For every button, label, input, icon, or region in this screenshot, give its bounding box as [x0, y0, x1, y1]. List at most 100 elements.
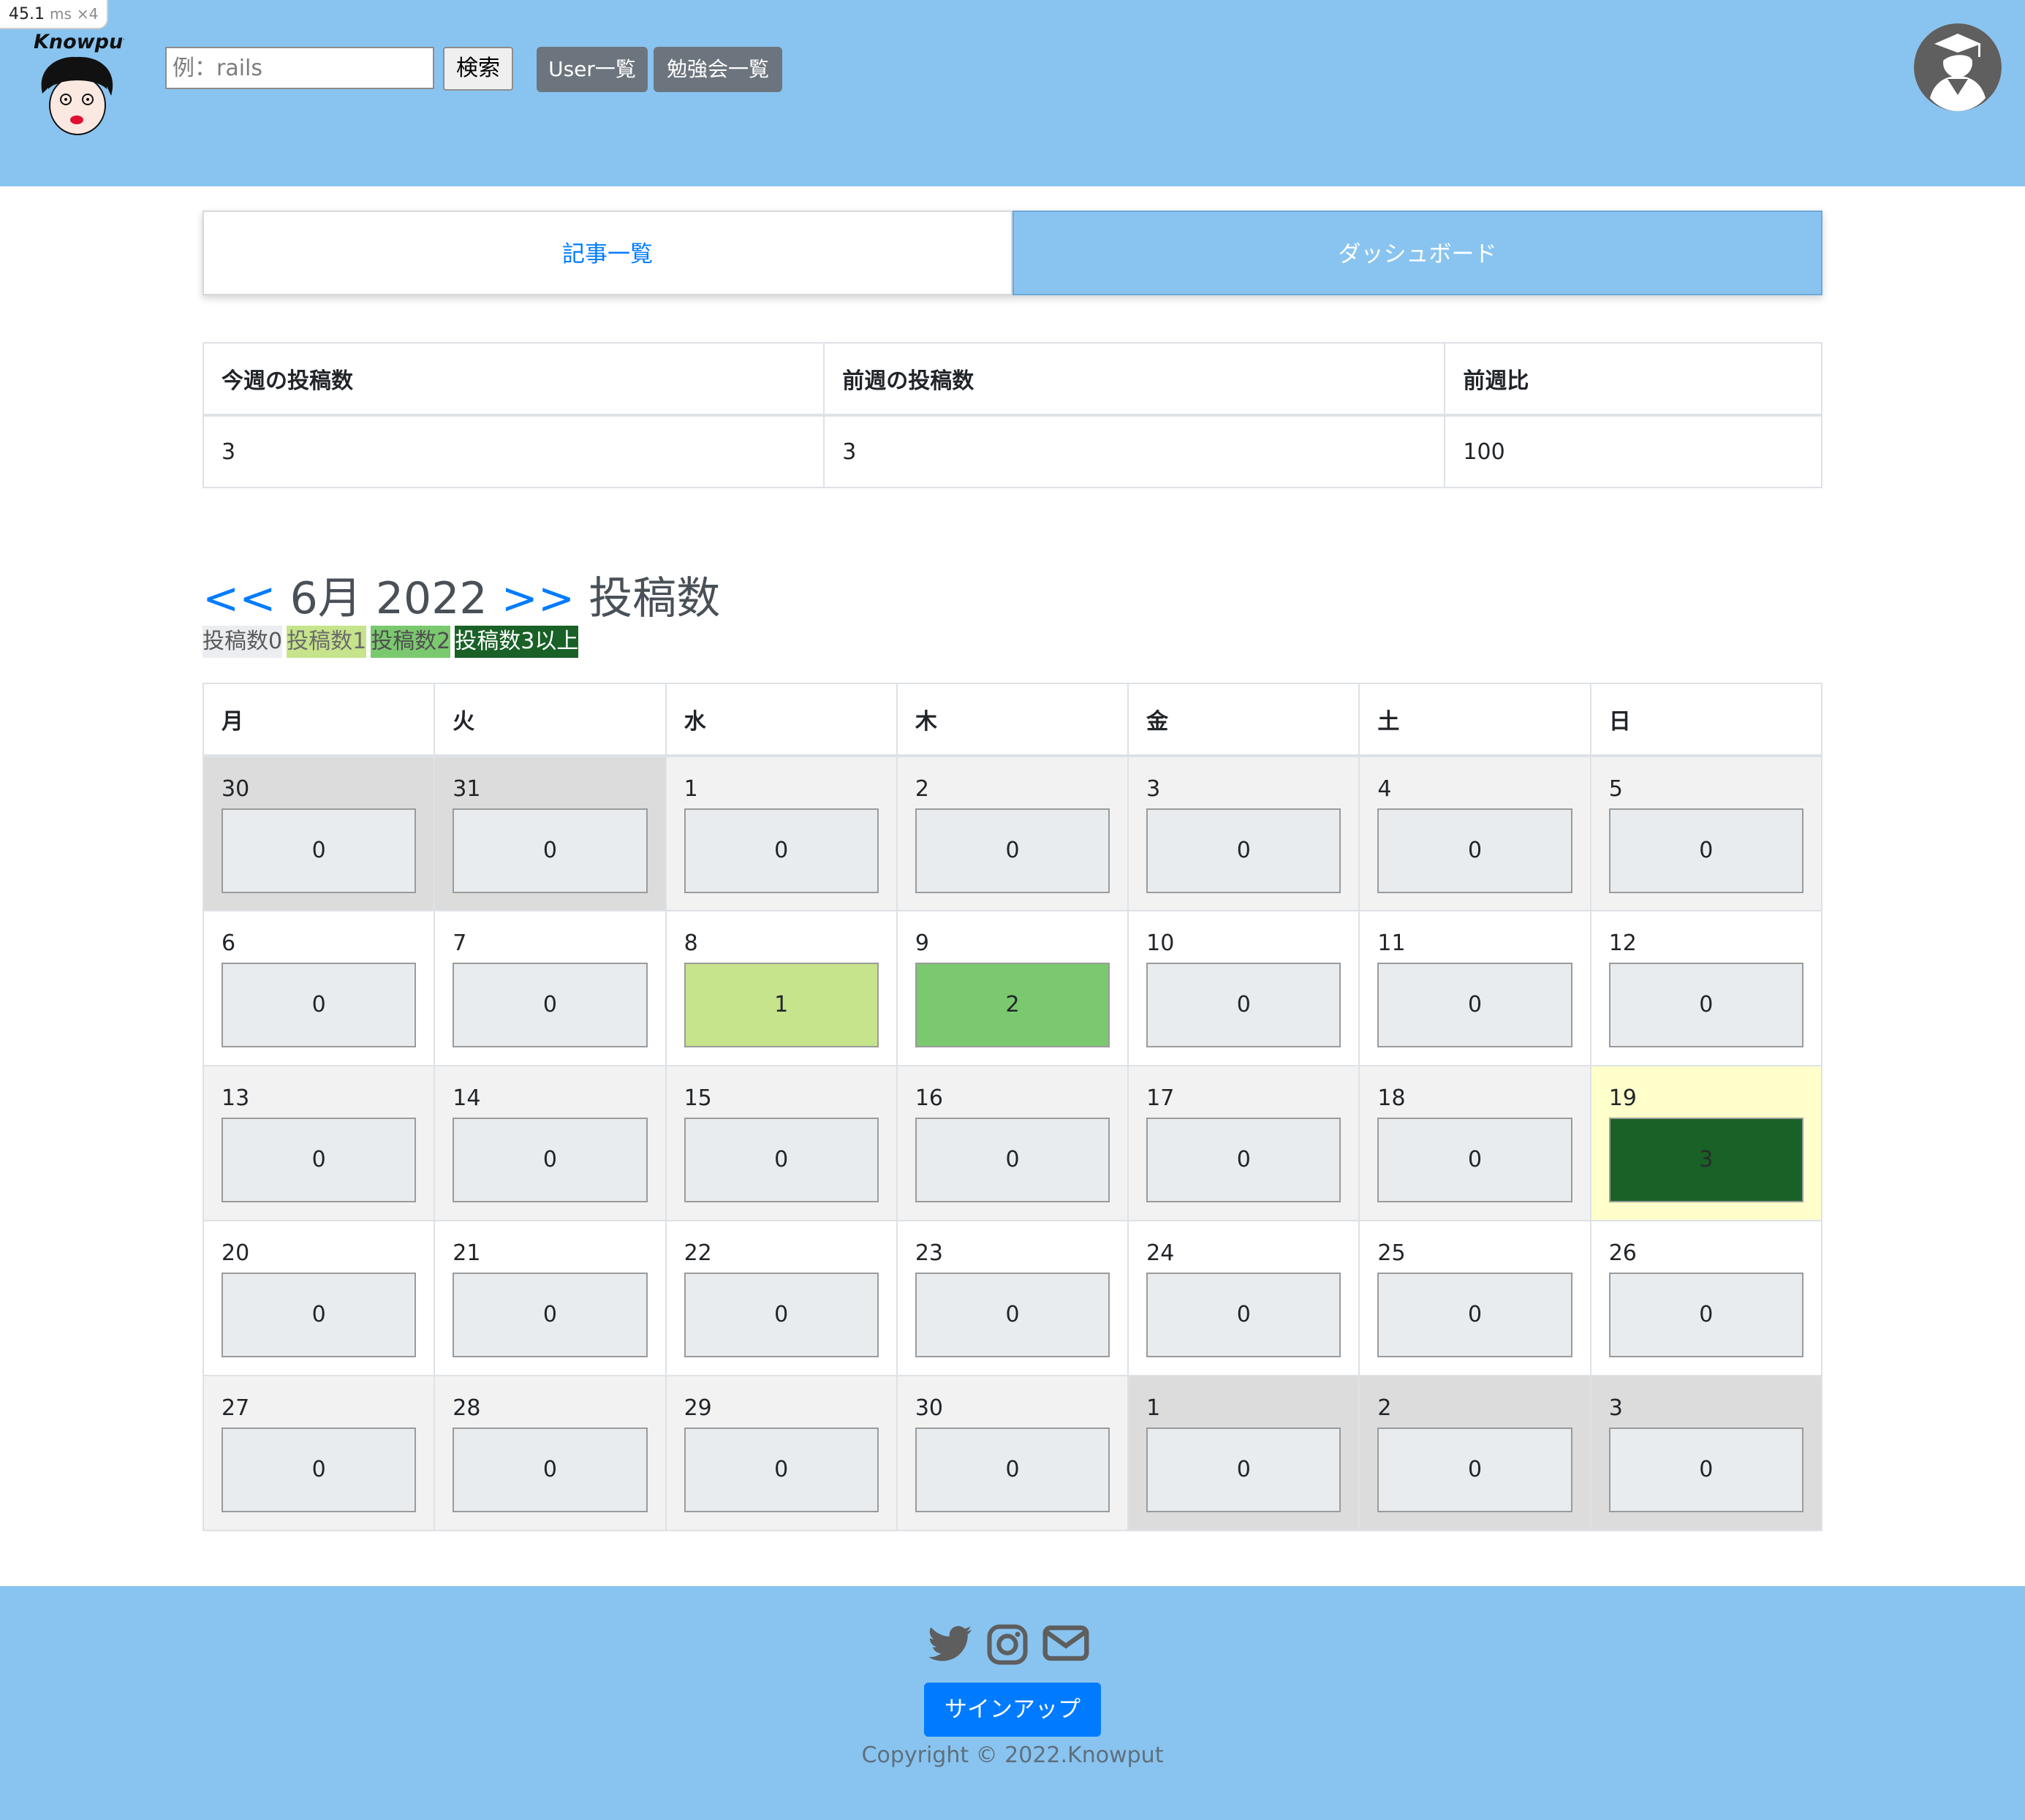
post-count-box[interactable]: 0 — [684, 1427, 879, 1512]
prev-month-link[interactable]: << — [202, 573, 276, 624]
legend-level-2: 投稿数2 — [371, 626, 451, 658]
user-list-button[interactable]: User一覧 — [537, 47, 648, 92]
calendar-day-cell: 22 0 — [665, 1220, 898, 1376]
day-number: 2 — [1377, 1395, 1392, 1421]
post-count-box[interactable]: 0 — [453, 1118, 648, 1202]
post-count-box[interactable]: 0 — [1377, 1427, 1572, 1512]
post-calendar: 月 火 水 木 金 土 日 30 0 31 0 1 0 2 0 3 0 4 0 5 0 6 0 7 0 8 1 9 2 10… — [202, 683, 1823, 1531]
mail-icon[interactable] — [1042, 1624, 1089, 1662]
day-number: 30 — [915, 1395, 944, 1421]
stats-value-row: 3 3 100 — [202, 414, 1822, 488]
post-count-box[interactable]: 0 — [453, 963, 648, 1047]
twitter-icon[interactable] — [928, 1624, 972, 1664]
post-count-box[interactable]: 1 — [684, 963, 879, 1047]
search-input[interactable] — [165, 47, 434, 89]
calendar-day-cell: 30 0 — [896, 1375, 1129, 1531]
legend-level-1: 投稿数1 — [287, 626, 367, 658]
tab-articles[interactable]: 記事一覧 — [202, 211, 1012, 295]
post-count-box[interactable]: 0 — [1608, 1273, 1803, 1357]
post-count-box[interactable]: 0 — [1146, 1427, 1341, 1512]
calendar-day-cell: 15 0 — [665, 1065, 898, 1221]
calendar-day-cell: 10 — [665, 755, 898, 911]
post-count-box[interactable]: 0 — [915, 808, 1110, 893]
post-count-box[interactable]: 0 — [1608, 963, 1803, 1047]
calendar-week-row: 20 0 21 0 22 0 23 0 24 0 25 0 26 0 — [202, 1220, 1823, 1376]
post-count-box[interactable]: 3 — [1608, 1118, 1803, 1202]
post-count-box[interactable]: 0 — [1146, 963, 1341, 1047]
day-number: 3 — [1608, 1395, 1623, 1421]
next-month-link[interactable]: >> — [501, 573, 575, 624]
tab-dashboard[interactable]: ダッシュボード — [1012, 211, 1822, 295]
user-avatar-icon[interactable] — [1912, 22, 2003, 113]
post-count-box[interactable]: 0 — [1377, 1273, 1572, 1357]
calendar-week-row: 13 0 14 0 15 0 16 0 17 0 18 0 19 3 — [202, 1065, 1823, 1221]
day-number: 12 — [1608, 930, 1637, 956]
post-count-box[interactable]: 0 — [1146, 1118, 1341, 1202]
day-number: 9 — [915, 930, 929, 956]
post-count-box[interactable]: 0 — [684, 1118, 879, 1202]
calendar-day-cell: 13 0 — [202, 1065, 436, 1221]
site-header: Knowput 検索 User一覧 勉強会一覧 — [0, 0, 2025, 186]
calendar-week-row: 30 0 31 0 1 0 2 0 3 0 4 0 5 0 — [202, 755, 1823, 911]
day-number: 24 — [1146, 1240, 1175, 1266]
calendar-day-cell: 31 0 — [434, 755, 667, 911]
day-number: 27 — [222, 1395, 250, 1421]
calendar-day-cell: 12 0 — [1589, 910, 1823, 1066]
post-count-box[interactable]: 0 — [222, 1118, 417, 1202]
post-count-box[interactable]: 0 — [222, 808, 417, 893]
post-count-box[interactable]: 0 — [1377, 1118, 1572, 1202]
post-count-box[interactable]: 0 — [1608, 808, 1803, 893]
post-count-box[interactable]: 0 — [1377, 808, 1572, 893]
post-count-box[interactable]: 0 — [222, 1273, 417, 1357]
calendar-day-cell: 29 0 — [665, 1375, 898, 1531]
calendar-day-cell: 26 0 — [1589, 1220, 1823, 1376]
logo-text: Knowput — [34, 31, 124, 53]
calendar-day-cell: 18 0 — [1358, 1065, 1591, 1221]
post-count-box[interactable]: 0 — [222, 1427, 417, 1512]
calendar-day-cell: 10 — [1127, 1375, 1360, 1531]
day-number: 25 — [1377, 1240, 1406, 1266]
post-count-box[interactable]: 0 — [684, 808, 879, 893]
day-number: 13 — [222, 1085, 250, 1111]
calendar-day-cell: 10 0 — [1127, 910, 1360, 1066]
search-button[interactable]: 検索 — [443, 47, 513, 91]
knowput-logo[interactable]: Knowput — [29, 26, 124, 136]
calendar-day-cell: 25 0 — [1358, 1220, 1591, 1376]
calendar-day-cell: 23 0 — [896, 1220, 1129, 1376]
calendar-day-cell: 20 — [1358, 1375, 1591, 1531]
day-number: 16 — [915, 1085, 944, 1111]
calendar-legend: 投稿数0 投稿数1 投稿数2 投稿数3以上 — [202, 626, 583, 658]
weekday-header: 日 — [1589, 683, 1823, 757]
day-number: 15 — [684, 1085, 712, 1111]
post-count-box[interactable]: 0 — [1146, 1273, 1341, 1357]
day-number: 28 — [453, 1395, 481, 1421]
calendar-day-cell: 92 — [896, 910, 1129, 1066]
calendar-title: << 6月 2022 >> 投稿数 — [202, 563, 720, 626]
signup-button[interactable]: サインアップ — [924, 1683, 1101, 1737]
post-count-box[interactable]: 0 — [915, 1273, 1110, 1357]
day-number: 5 — [1608, 776, 1623, 802]
calendar-day-cell: 81 — [665, 910, 898, 1066]
day-number: 11 — [1377, 930, 1406, 956]
legend-level-3: 投稿数3以上 — [455, 626, 579, 658]
day-number: 29 — [684, 1395, 712, 1421]
post-count-box[interactable]: 0 — [915, 1118, 1110, 1202]
post-count-box[interactable]: 0 — [1608, 1427, 1803, 1512]
post-count-box[interactable]: 0 — [1146, 808, 1341, 893]
weekday-header: 月 — [202, 683, 436, 757]
instagram-icon[interactable] — [987, 1624, 1028, 1665]
day-number: 20 — [222, 1240, 250, 1266]
post-count-box[interactable]: 0 — [453, 808, 648, 893]
week-ratio-value: 100 — [1444, 414, 1822, 488]
post-count-box[interactable]: 0 — [915, 1427, 1110, 1512]
post-count-box[interactable]: 0 — [1377, 963, 1572, 1047]
day-number: 22 — [684, 1240, 712, 1266]
post-count-box[interactable]: 0 — [453, 1273, 648, 1357]
post-count-box[interactable]: 0 — [222, 963, 417, 1047]
calendar-week-row: 27 0 28 0 29 0 30 0 1 0 2 0 3 0 — [202, 1375, 1823, 1531]
post-count-box[interactable]: 0 — [453, 1427, 648, 1512]
study-group-list-button[interactable]: 勉強会一覧 — [654, 47, 782, 92]
post-count-box[interactable]: 2 — [915, 963, 1110, 1047]
post-count-box[interactable]: 0 — [684, 1273, 879, 1357]
day-number: 17 — [1146, 1085, 1175, 1111]
